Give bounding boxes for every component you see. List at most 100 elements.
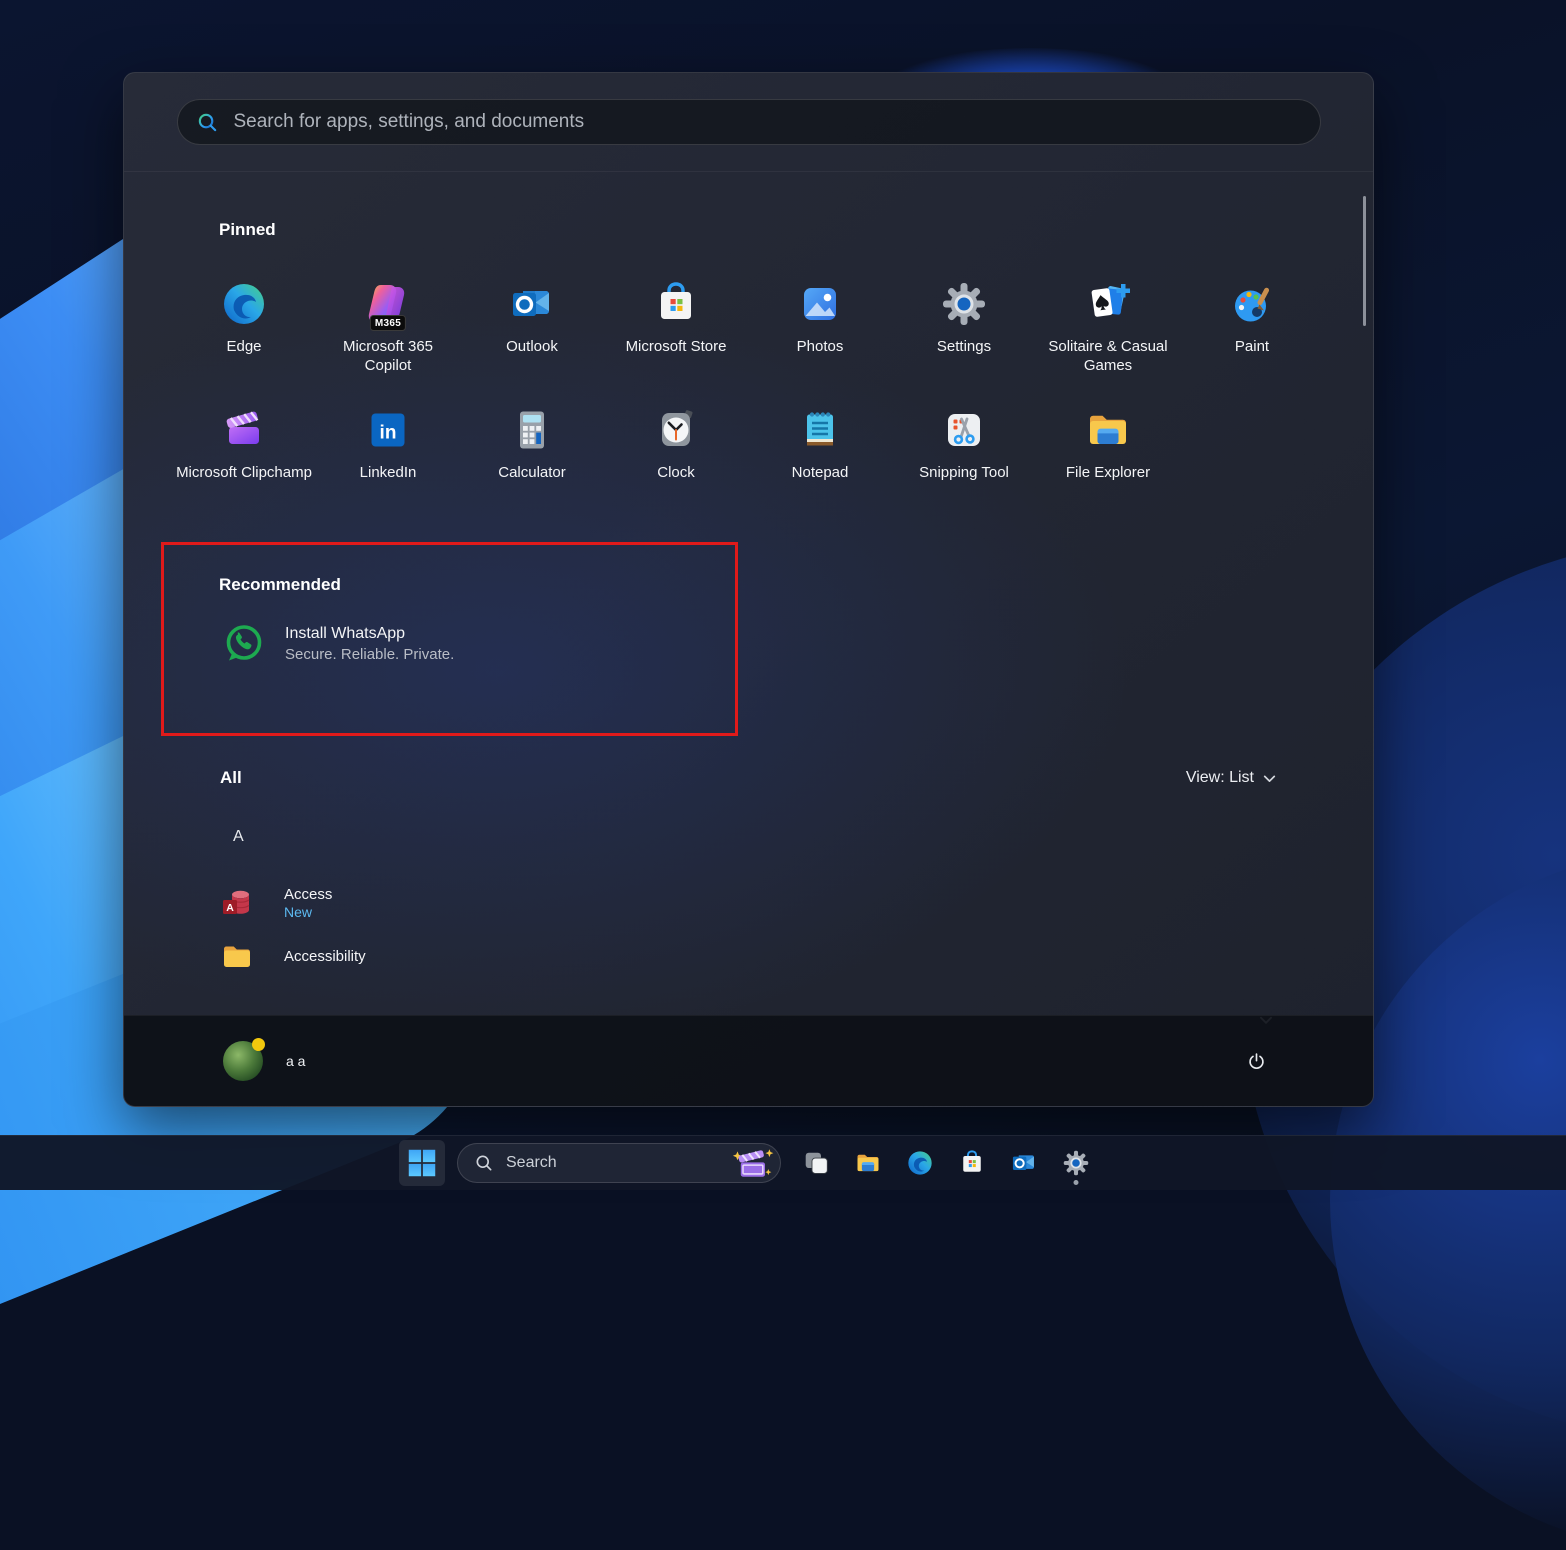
app-item-label: Accessibility [284, 948, 366, 965]
pinned-app-label: Photos [797, 337, 844, 356]
taskbar-file-explorer-button[interactable] [845, 1140, 891, 1186]
svg-text:A: A [226, 902, 234, 914]
pinned-app-linkedin[interactable]: in LinkedIn [316, 406, 460, 532]
taskbar-microsoft-store-button[interactable] [949, 1140, 995, 1186]
file-explorer-icon [1084, 406, 1132, 454]
search-icon [474, 1153, 494, 1173]
taskbar-search-label: Search [506, 1154, 720, 1172]
pinned-app-label: Notepad [792, 463, 849, 482]
power-button[interactable] [1235, 1040, 1277, 1082]
start-menu-body: Pinned Edge M365 Microsoft 365 Copilot [124, 220, 1373, 1064]
start-button[interactable] [399, 1140, 445, 1186]
notepad-icon [796, 406, 844, 454]
recommended-item-subtitle: Secure. Reliable. Private. [285, 646, 454, 663]
pinned-app-label: Solitaire & Casual Games [1039, 337, 1177, 375]
pinned-app-label: Microsoft 365 Copilot [319, 337, 457, 375]
recommended-section-title: Recommended [219, 575, 735, 595]
pinned-app-solitaire[interactable]: Solitaire & Casual Games [1036, 280, 1180, 406]
calculator-icon [508, 406, 556, 454]
access-icon: A [220, 886, 254, 920]
pinned-app-label: Edge [226, 337, 261, 356]
pinned-app-snipping-tool[interactable]: Snipping Tool [892, 406, 1036, 532]
user-account-button[interactable]: a a [223, 1041, 305, 1081]
chevron-down-icon [1261, 770, 1278, 787]
pinned-app-label: Microsoft Clipchamp [176, 463, 312, 482]
view-list-dropdown[interactable]: View: List [1186, 769, 1278, 787]
running-indicator [1074, 1180, 1079, 1185]
microsoft-store-icon [652, 280, 700, 328]
pinned-app-label: Clock [657, 463, 695, 482]
all-apps-section-title: All [220, 768, 242, 788]
photos-icon [796, 280, 844, 328]
whatsapp-icon [219, 619, 268, 668]
pinned-app-label: Microsoft Store [626, 337, 727, 356]
pinned-app-clipchamp[interactable]: Microsoft Clipchamp [172, 406, 316, 532]
taskbar: Search [0, 1135, 1566, 1190]
pinned-app-m365-copilot[interactable]: M365 Microsoft 365 Copilot [316, 280, 460, 406]
start-menu-panel: Pinned Edge M365 Microsoft 365 Copilot [123, 72, 1374, 1107]
pinned-app-microsoft-store[interactable]: Microsoft Store [604, 280, 748, 406]
windows-logo-icon [407, 1148, 437, 1178]
pinned-app-label: File Explorer [1066, 463, 1150, 482]
snipping-tool-icon [940, 406, 988, 454]
pinned-app-calculator[interactable]: Calculator [460, 406, 604, 532]
outlook-icon [508, 280, 556, 328]
solitaire-icon [1084, 280, 1132, 328]
pinned-app-label: Snipping Tool [919, 463, 1009, 482]
view-list-label: View: List [1186, 769, 1254, 787]
pinned-app-label: LinkedIn [360, 463, 417, 482]
pinned-app-notepad[interactable]: Notepad [748, 406, 892, 532]
pinned-app-label: Settings [937, 337, 991, 356]
task-view-icon [803, 1150, 830, 1177]
app-item-label: Access [284, 886, 332, 903]
clock-icon [652, 406, 700, 454]
taskbar-settings-button[interactable] [1053, 1140, 1099, 1186]
paint-icon [1228, 280, 1276, 328]
pinned-app-outlook[interactable]: Outlook [460, 280, 604, 406]
clipchamp-icon [220, 406, 268, 454]
all-apps-item-access[interactable]: A Access New [220, 886, 1373, 920]
task-view-button[interactable] [793, 1140, 839, 1186]
pinned-section-title: Pinned [219, 220, 1373, 240]
power-icon [1246, 1051, 1267, 1072]
pinned-apps-grid: Edge M365 Microsoft 365 Copilot Outlook [172, 280, 1373, 532]
edge-icon [906, 1149, 934, 1177]
menu-scrollbar[interactable] [1363, 196, 1366, 326]
start-search-bar[interactable] [177, 99, 1321, 145]
taskbar-search-box[interactable]: Search [457, 1143, 781, 1183]
pinned-app-photos[interactable]: Photos [748, 280, 892, 406]
start-menu-header [124, 73, 1373, 172]
username: a a [286, 1053, 305, 1069]
recommended-item-install-whatsapp[interactable]: Install WhatsApp Secure. Reliable. Priva… [219, 619, 735, 668]
svg-text:in: in [380, 423, 397, 444]
search-highlight-clapper-icon[interactable] [732, 1147, 776, 1180]
microsoft-store-icon [958, 1149, 986, 1177]
start-search-input[interactable] [232, 110, 1302, 134]
m365-badge: M365 [370, 315, 406, 331]
pinned-app-settings[interactable]: Settings [892, 280, 1036, 406]
new-badge: New [284, 904, 332, 920]
folder-icon [220, 939, 254, 973]
file-explorer-icon [854, 1149, 882, 1177]
pinned-app-paint[interactable]: Paint [1180, 280, 1324, 406]
status-badge [252, 1038, 265, 1051]
start-menu-user-bar: a a [124, 1015, 1373, 1106]
taskbar-edge-button[interactable] [897, 1140, 943, 1186]
settings-gear-icon [1062, 1149, 1090, 1177]
edge-icon [220, 280, 268, 328]
settings-icon [940, 280, 988, 328]
pinned-app-label: Calculator [498, 463, 566, 482]
outlook-icon [1010, 1149, 1038, 1177]
pinned-app-label: Outlook [506, 337, 558, 356]
pinned-app-label: Paint [1235, 337, 1269, 356]
linkedin-icon: in [364, 406, 412, 454]
pinned-app-edge[interactable]: Edge [172, 280, 316, 406]
all-apps-item-accessibility[interactable]: Accessibility [220, 939, 1373, 973]
pinned-app-clock[interactable]: Clock [604, 406, 748, 532]
letter-header-a[interactable]: A [233, 828, 1373, 846]
taskbar-outlook-button[interactable] [1001, 1140, 1047, 1186]
recommended-item-title: Install WhatsApp [285, 625, 454, 643]
m365-copilot-icon: M365 [364, 280, 412, 328]
recommended-highlight-box: Recommended Install WhatsApp Secure. Rel… [161, 542, 738, 736]
pinned-app-file-explorer[interactable]: File Explorer [1036, 406, 1180, 532]
